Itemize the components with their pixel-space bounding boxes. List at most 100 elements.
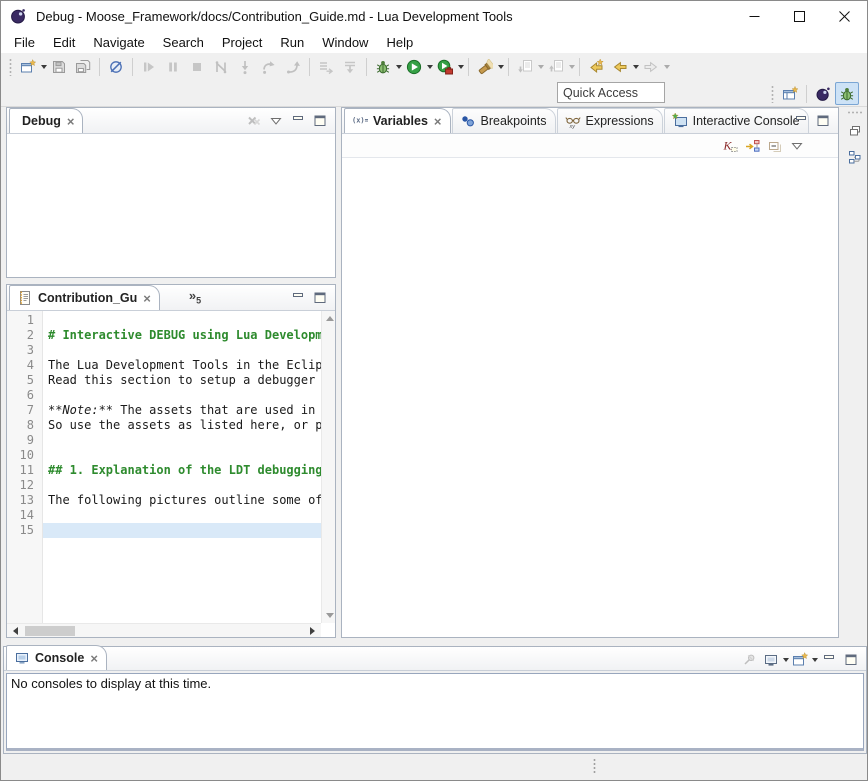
drop-to-frame-button[interactable] xyxy=(338,56,362,78)
remove-all-terminated-button[interactable] xyxy=(243,111,265,131)
tab-variables[interactable]: (x)=Variables× xyxy=(344,108,451,133)
resume-button[interactable] xyxy=(137,56,161,78)
step-over-button[interactable] xyxy=(257,56,281,78)
use-step-filters-button[interactable] xyxy=(314,56,338,78)
terminate-button[interactable] xyxy=(185,56,209,78)
step-into-button[interactable] xyxy=(233,56,257,78)
collapse-all-button[interactable] xyxy=(764,136,786,156)
hidden-editors-indicator[interactable]: »5 xyxy=(189,288,201,306)
maximize-button[interactable] xyxy=(840,650,862,670)
code-line-8[interactable]: 8So use the assets as listed here, or p xyxy=(7,418,321,433)
menu-edit[interactable]: Edit xyxy=(44,33,84,52)
minimize-button[interactable] xyxy=(818,650,840,670)
code-line-15[interactable]: 15 xyxy=(7,523,321,538)
minimize-window-button[interactable] xyxy=(732,1,777,32)
debug-button[interactable] xyxy=(371,56,395,78)
maximize-window-button[interactable] xyxy=(777,1,822,32)
previous-annotation-button[interactable] xyxy=(544,56,568,78)
code-line-9[interactable]: 9 xyxy=(7,433,321,448)
tab-editor-contribution-guide[interactable]: Contribution_Gu × xyxy=(9,285,160,310)
tab-interactive-console[interactable]: Interactive Console xyxy=(664,108,809,133)
tab-console[interactable]: Console × xyxy=(6,645,107,670)
code-line-6[interactable]: 6 xyxy=(7,388,321,403)
maximize-button[interactable] xyxy=(812,111,834,131)
perspective-grip[interactable] xyxy=(771,85,774,103)
search-dropdown-icon[interactable] xyxy=(498,65,504,69)
scroll-down-icon[interactable] xyxy=(326,613,334,618)
view-menu-button[interactable] xyxy=(265,111,287,131)
restore-view-button[interactable] xyxy=(844,120,866,142)
search-button[interactable] xyxy=(473,56,497,78)
next-annotation-button[interactable] xyxy=(513,56,537,78)
minimize-button[interactable] xyxy=(790,111,812,131)
code-line-2[interactable]: 2# Interactive DEBUG using Lua Developm xyxy=(7,328,321,343)
title-bar[interactable]: Debug - Moose_Framework/docs/Contributio… xyxy=(1,1,867,32)
code-line-7[interactable]: 7**Note:** The assets that are used in xyxy=(7,403,321,418)
quick-access-input[interactable] xyxy=(557,82,665,103)
scroll-right-icon[interactable] xyxy=(310,627,315,635)
editor-vertical-scrollbar[interactable] xyxy=(321,311,335,623)
minimize-button[interactable] xyxy=(287,288,309,308)
toolbar-grip[interactable] xyxy=(9,58,12,76)
close-window-button[interactable] xyxy=(822,1,867,32)
scroll-left-icon[interactable] xyxy=(13,627,18,635)
display-selected-console-button[interactable] xyxy=(760,650,782,670)
code-line-13[interactable]: 13The following pictures outline some of xyxy=(7,493,321,508)
skip-all-breakpoints-button[interactable] xyxy=(104,56,128,78)
maximize-button[interactable] xyxy=(309,288,331,308)
close-icon[interactable]: × xyxy=(143,292,151,305)
lua-perspective-button[interactable] xyxy=(811,82,835,105)
scroll-up-icon[interactable] xyxy=(326,316,334,321)
close-icon[interactable]: × xyxy=(434,115,442,128)
statusbar-grip[interactable] xyxy=(593,758,596,774)
pin-console-button[interactable] xyxy=(738,650,760,670)
code-line-14[interactable]: 14 xyxy=(7,508,321,523)
tab-debug[interactable]: Debug × xyxy=(9,108,83,133)
close-icon[interactable]: × xyxy=(90,652,98,665)
forward-dropdown-icon[interactable] xyxy=(664,65,670,69)
menu-run[interactable]: Run xyxy=(271,33,313,52)
minimize-button[interactable] xyxy=(287,111,309,131)
menu-search[interactable]: Search xyxy=(154,33,213,52)
console-output-area[interactable]: No consoles to display at this time. xyxy=(6,673,864,751)
forward-button[interactable] xyxy=(639,56,663,78)
previous-annotation-dropdown-icon[interactable] xyxy=(569,65,575,69)
external-tools-dropdown-icon[interactable] xyxy=(458,65,464,69)
close-icon[interactable]: × xyxy=(67,115,75,128)
save-button[interactable] xyxy=(47,56,71,78)
external-tools-button[interactable] xyxy=(433,56,457,78)
debug-perspective-button[interactable] xyxy=(835,82,859,105)
code-line-4[interactable]: 4The Lua Development Tools in the Eclip xyxy=(7,358,321,373)
open-console-button[interactable] xyxy=(789,650,811,670)
maximize-button[interactable] xyxy=(309,111,331,131)
show-logical-structure-button[interactable] xyxy=(742,136,764,156)
show-type-names-button[interactable]: K xyxy=(720,136,742,156)
step-return-button[interactable] xyxy=(281,56,305,78)
horizontal-scroll-thumb[interactable] xyxy=(25,626,75,636)
outline-view-button[interactable] xyxy=(844,146,866,168)
open-perspective-button[interactable] xyxy=(778,82,802,105)
menu-navigate[interactable]: Navigate xyxy=(84,33,153,52)
code-line-12[interactable]: 12 xyxy=(7,478,321,493)
editor-horizontal-scrollbar[interactable] xyxy=(7,623,321,637)
save-all-button[interactable] xyxy=(71,56,95,78)
new-wizard-button[interactable] xyxy=(16,56,40,78)
code-line-5[interactable]: 5Read this section to setup a debugger xyxy=(7,373,321,388)
trim-grip[interactable] xyxy=(847,111,863,114)
last-edit-location-button[interactable] xyxy=(584,56,608,78)
run-button[interactable] xyxy=(402,56,426,78)
view-menu-button[interactable] xyxy=(786,136,808,156)
editor-content[interactable]: 12# Interactive DEBUG using Lua Developm… xyxy=(7,311,335,637)
menu-project[interactable]: Project xyxy=(213,33,271,52)
menu-window[interactable]: Window xyxy=(313,33,377,52)
tab-expressions[interactable]: xyExpressions xyxy=(557,108,663,133)
menu-file[interactable]: File xyxy=(5,33,44,52)
code-line-1[interactable]: 1 xyxy=(7,313,321,328)
disconnect-button[interactable] xyxy=(209,56,233,78)
suspend-button[interactable] xyxy=(161,56,185,78)
code-line-11[interactable]: 11## 1. Explanation of the LDT debugging xyxy=(7,463,321,478)
code-line-10[interactable]: 10 xyxy=(7,448,321,463)
tab-breakpoints[interactable]: Breakpoints xyxy=(452,108,556,133)
code-line-3[interactable]: 3 xyxy=(7,343,321,358)
back-button[interactable] xyxy=(608,56,632,78)
